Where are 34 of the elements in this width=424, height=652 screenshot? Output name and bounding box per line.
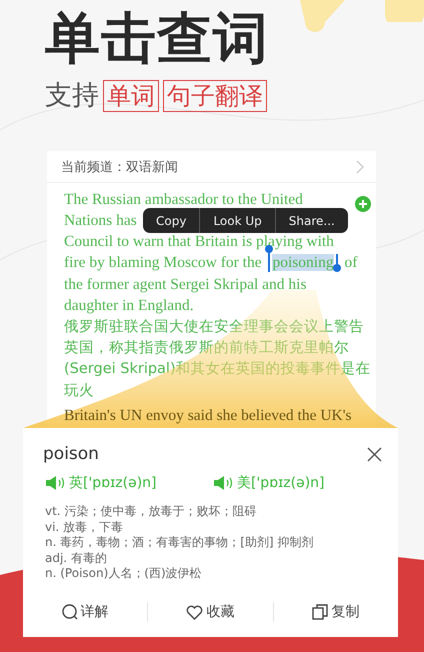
headword: poison	[43, 444, 99, 464]
definition: adj. 有毒的	[45, 550, 107, 566]
menu-item[interactable]: Share...	[274, 208, 348, 233]
copy-button[interactable]: 复制	[272, 602, 398, 622]
subtitle: 支持	[45, 79, 99, 113]
definition: n. (Poison)人名；(西)波伊松	[45, 566, 202, 582]
chinese-text-line: 英国，称其指责俄罗斯的前特工斯克里帕尔	[64, 338, 349, 358]
english-text-line: Nations has	[64, 212, 137, 230]
speaker-icon	[213, 475, 235, 491]
definition: vt. 污染；使中毒，放毒于；败坏；阻碍	[45, 504, 256, 520]
english-text-line: Britain's UN envoy said she believed the UK's	[64, 406, 352, 425]
english-text-line: daughter in England.	[64, 297, 194, 316]
speaker-icon	[45, 475, 67, 491]
chinese-text-line: (Sergei Skripal)和其女在英国的投毒事件是在	[64, 360, 371, 380]
chinese-text-line: 玩火	[64, 382, 94, 401]
channel-label: 当前频道：双语新闻	[61, 158, 178, 176]
close-icon[interactable]	[367, 446, 382, 462]
menu-item[interactable]: Copy	[143, 208, 200, 233]
favorite-button[interactable]: 收藏	[147, 602, 273, 622]
decor-shape	[300, 0, 345, 32]
definition: vi. 放毒，下毒	[45, 520, 124, 535]
heart-icon	[186, 604, 204, 620]
definition: n. 毒药，毒物；酒；有毒害的事物；[助剂] 抑制剂	[45, 535, 314, 550]
headline: 单击查词	[45, 6, 269, 70]
menu-item[interactable]: Look Up	[199, 208, 275, 233]
feature-tag: 单词	[103, 80, 159, 112]
search-icon	[62, 604, 78, 620]
copy-icon	[312, 604, 328, 620]
detail-button[interactable]: 详解	[23, 602, 148, 622]
decor-shape	[385, 0, 424, 22]
english-text-line: The Russian ambassador to the United	[64, 190, 303, 209]
chinese-text-line: 俄罗斯驻联合国大使在安全理事会会议上警告	[64, 318, 364, 337]
feature-tag: 句子翻译	[163, 80, 267, 112]
add-icon[interactable]	[355, 196, 371, 212]
